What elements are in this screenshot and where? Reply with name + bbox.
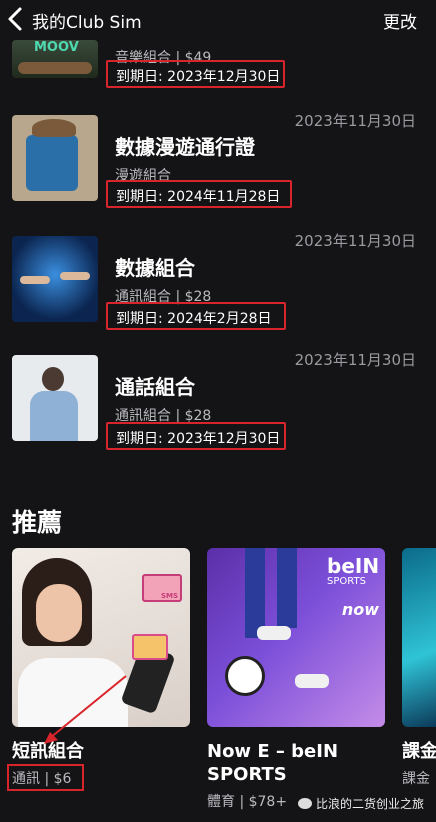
envelope-icon: SMS — [142, 574, 182, 602]
person-head-image — [42, 367, 64, 391]
purchase-date: 2023年11月30日 — [294, 112, 416, 130]
boot-image — [295, 674, 329, 688]
hat-image — [32, 119, 76, 137]
top-bar: 我的Club Sim 更改 — [0, 0, 436, 40]
watermark-text: 比浪的二货创业之旅 — [315, 797, 424, 811]
hand-image — [60, 272, 90, 280]
red-arrow-icon — [44, 675, 127, 744]
card-name: 課金 — [402, 741, 436, 762]
expiry-date: 到期日: 2023年12月30日 — [106, 60, 285, 88]
suitcase-image — [26, 135, 78, 191]
card-subtitle: 體育 | $78+ — [207, 794, 288, 810]
sms-label: SMS — [160, 592, 178, 600]
boot-image — [257, 626, 291, 640]
hand-image — [20, 276, 50, 284]
product-thumbnail — [12, 115, 98, 201]
purchase-date: 2023年11月30日 — [294, 351, 416, 369]
expiry-date: 到期日: 2024年2月28日 — [106, 302, 286, 330]
envelope-icon — [132, 634, 168, 660]
now-logo: now — [341, 600, 379, 619]
product-name: 通話組合 — [115, 375, 195, 399]
face-image — [36, 584, 82, 642]
product-thumbnail: MOOV — [12, 40, 98, 78]
card-image: beIN SPORTS now — [207, 548, 385, 727]
person-shirt-image — [30, 391, 78, 441]
product-thumbnail — [12, 236, 98, 322]
back-arrow-icon[interactable] — [6, 6, 26, 32]
bein-logo-text: beIN — [327, 554, 380, 578]
card-subtitle: 課金 — [402, 771, 430, 787]
card-image — [402, 548, 436, 727]
edit-button[interactable]: 更改 — [383, 8, 417, 33]
highlight-box — [7, 764, 84, 791]
leg-image — [277, 548, 297, 628]
moov-logo: MOOV — [34, 40, 79, 55]
guitar-image — [18, 62, 92, 74]
watermark: 比浪的二货创业之旅 — [297, 795, 424, 812]
page-title: 我的Club Sim — [32, 13, 142, 33]
football-image — [225, 656, 265, 696]
wechat-icon — [297, 798, 312, 809]
purchase-date: 2023年11月30日 — [294, 232, 416, 250]
product-thumbnail — [12, 355, 98, 441]
section-title: 推薦 — [12, 508, 63, 537]
leg-image — [245, 548, 265, 638]
card-name-line: SPORTS — [207, 764, 287, 785]
card-name-line: Now E – beIN — [207, 741, 339, 762]
card-name: Now E – beIN SPORTS — [207, 740, 338, 786]
product-name: 數據漫遊通行證 — [115, 135, 255, 159]
product-name: 數據組合 — [115, 256, 195, 280]
expiry-date: 到期日: 2023年12月30日 — [106, 422, 286, 450]
expiry-date: 到期日: 2024年11月28日 — [106, 180, 292, 208]
